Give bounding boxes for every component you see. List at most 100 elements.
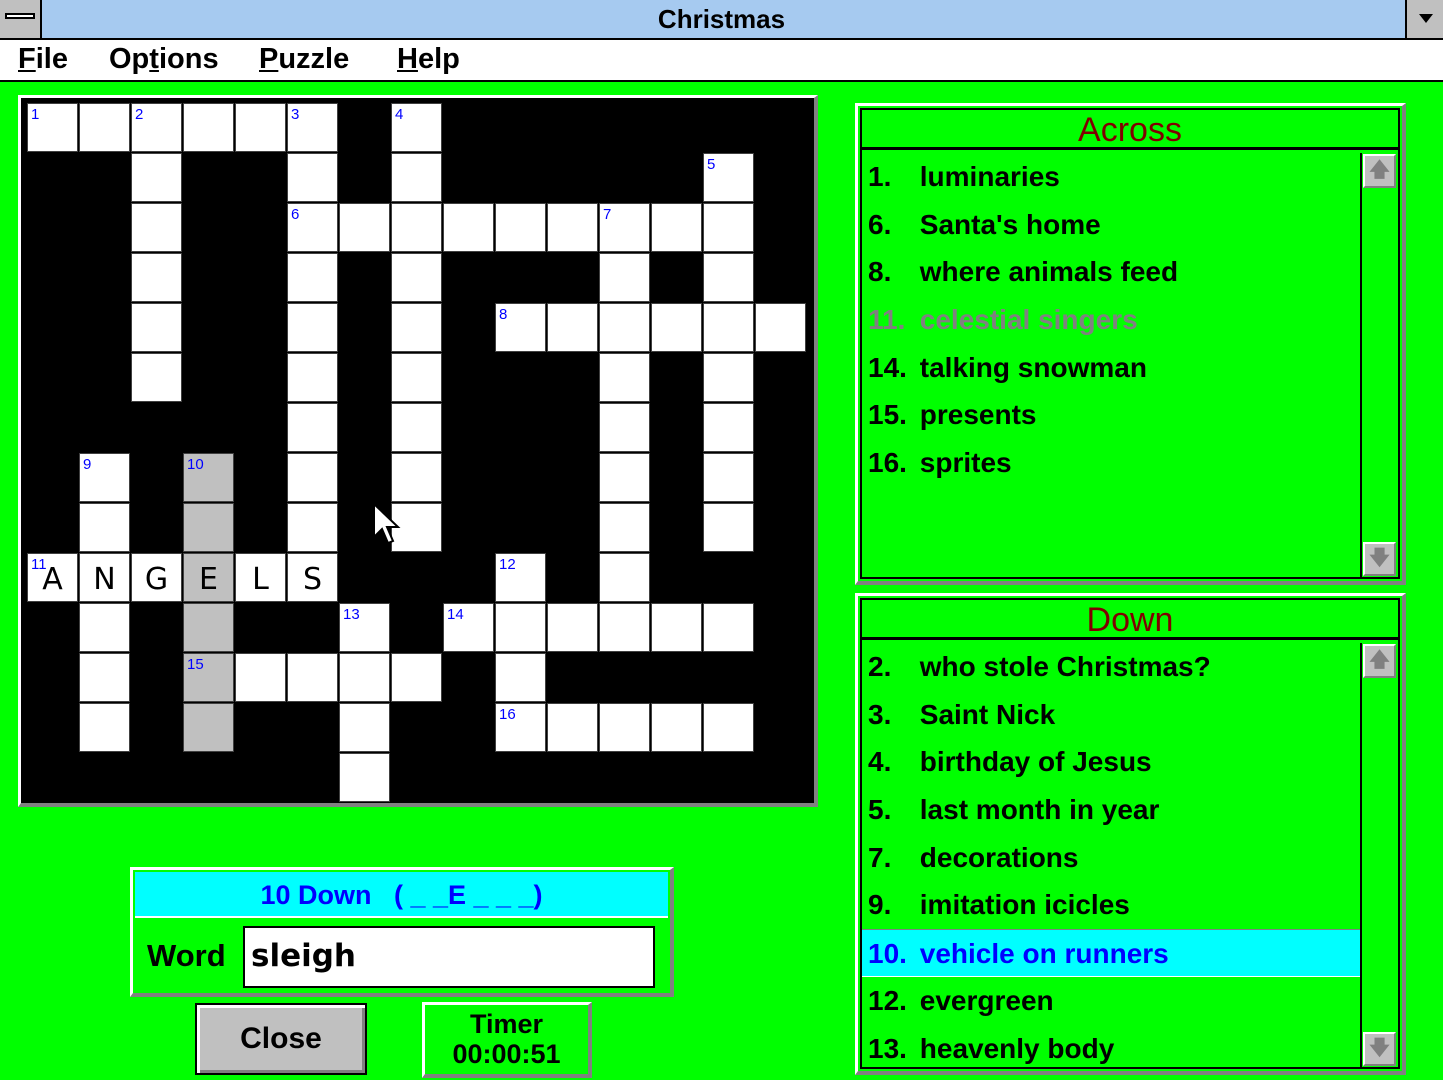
grid-cell[interactable]: 12	[495, 553, 546, 602]
grid-cell[interactable]: 14	[443, 603, 494, 652]
grid-cell[interactable]	[495, 603, 546, 652]
grid-cell[interactable]	[651, 603, 702, 652]
grid-cell[interactable]	[599, 553, 650, 602]
grid-cell[interactable]	[131, 153, 182, 202]
grid-cell[interactable]: 4	[391, 103, 442, 152]
grid-cell[interactable]	[703, 503, 754, 552]
grid-cell[interactable]: 5	[703, 153, 754, 202]
grid-cell[interactable]	[79, 703, 130, 752]
grid-cell[interactable]	[391, 153, 442, 202]
grid-cell[interactable]	[599, 303, 650, 352]
clue-item[interactable]: 12. evergreen	[862, 977, 1360, 1025]
grid-cell[interactable]	[599, 403, 650, 452]
grid-cell[interactable]	[703, 453, 754, 502]
across-scrollbar[interactable]: 🡅 🡇	[1360, 153, 1398, 577]
clue-item[interactable]: 11. celestial singers	[862, 296, 1360, 344]
grid-cell[interactable]	[339, 203, 390, 252]
grid-cell[interactable]: 6	[287, 203, 338, 252]
clue-item[interactable]: 3. Saint Nick	[862, 691, 1360, 739]
grid-cell[interactable]	[287, 653, 338, 702]
grid-cell[interactable]	[79, 653, 130, 702]
grid-cell[interactable]: 15	[183, 653, 234, 702]
grid-cell[interactable]	[391, 653, 442, 702]
grid-cell[interactable]	[391, 353, 442, 402]
grid-cell[interactable]	[599, 503, 650, 552]
grid-cell[interactable]	[391, 303, 442, 352]
grid-cell[interactable]	[391, 203, 442, 252]
grid-cell[interactable]	[599, 253, 650, 302]
grid-cell[interactable]	[599, 703, 650, 752]
close-button[interactable]: Close	[195, 1003, 367, 1075]
menu-help[interactable]: Help	[397, 43, 460, 76]
menu-options[interactable]: Options	[109, 43, 219, 76]
grid-cell[interactable]: 3	[287, 103, 338, 152]
grid-cell[interactable]: 13	[339, 603, 390, 652]
grid-cell[interactable]: 2	[131, 103, 182, 152]
grid-cell[interactable]	[183, 503, 234, 552]
clue-item[interactable]: 1. luminaries	[862, 153, 1360, 201]
grid-cell[interactable]	[287, 153, 338, 202]
scroll-down-arrow-icon[interactable]: 🡇	[1363, 1032, 1396, 1066]
grid-cell[interactable]	[755, 303, 806, 352]
grid-cell[interactable]	[235, 103, 286, 152]
grid-cell[interactable]	[391, 253, 442, 302]
grid-cell[interactable]	[443, 203, 494, 252]
clue-item[interactable]: 15. presents	[862, 391, 1360, 439]
grid-cell[interactable]: 10	[183, 453, 234, 502]
grid-cell[interactable]	[183, 703, 234, 752]
scroll-up-arrow-icon[interactable]: 🡅	[1363, 644, 1396, 678]
grid-cell[interactable]: 9	[79, 453, 130, 502]
grid-cell[interactable]	[131, 303, 182, 352]
grid-cell[interactable]	[79, 603, 130, 652]
grid-cell[interactable]	[703, 603, 754, 652]
grid-cell[interactable]	[131, 353, 182, 402]
grid-cell[interactable]: S	[287, 553, 338, 602]
grid-cell[interactable]: G	[131, 553, 182, 602]
menu-puzzle[interactable]: Puzzle	[259, 43, 349, 76]
clue-item[interactable]: 2. who stole Christmas?	[862, 643, 1360, 691]
clue-item[interactable]: 4. birthday of Jesus	[862, 738, 1360, 786]
grid-cell[interactable]	[599, 603, 650, 652]
grid-cell[interactable]	[547, 303, 598, 352]
grid-cell[interactable]	[495, 203, 546, 252]
grid-cell[interactable]	[287, 303, 338, 352]
grid-cell[interactable]	[703, 203, 754, 252]
grid-cell[interactable]	[287, 253, 338, 302]
across-clue-list[interactable]: 1. luminaries 6. Santa's home 8. where ani…	[862, 153, 1360, 577]
clue-item[interactable]: 14. talking snowman	[862, 344, 1360, 392]
grid-cell[interactable]: 16	[495, 703, 546, 752]
grid-cell[interactable]	[183, 103, 234, 152]
grid-cell[interactable]	[703, 403, 754, 452]
clue-item[interactable]: 5. last month in year	[862, 786, 1360, 834]
word-input[interactable]: sleigh	[243, 926, 655, 988]
grid-cell[interactable]: N	[79, 553, 130, 602]
grid-cell[interactable]	[287, 403, 338, 452]
crossword-grid[interactable]: 1 2 3 4 5 6 7 8 9 10 11 A N G E L S 12 13 14 15 16	[18, 95, 818, 807]
grid-cell[interactable]	[495, 653, 546, 702]
scroll-down-arrow-icon[interactable]: 🡇	[1363, 542, 1396, 576]
grid-cell[interactable]	[183, 603, 234, 652]
grid-cell[interactable]	[703, 703, 754, 752]
grid-cell[interactable]	[547, 703, 598, 752]
grid-cell[interactable]	[703, 253, 754, 302]
minimize-button[interactable]	[1405, 0, 1443, 38]
grid-cell[interactable]	[79, 503, 130, 552]
grid-cell[interactable]	[391, 453, 442, 502]
grid-cell[interactable]	[131, 203, 182, 252]
grid-cell[interactable]	[547, 603, 598, 652]
grid-cell[interactable]: L	[235, 553, 286, 602]
clue-item[interactable]: 16. sprites	[862, 439, 1360, 487]
grid-cell[interactable]	[651, 303, 702, 352]
clue-item[interactable]: 10. vehicle on runners	[862, 929, 1360, 977]
grid-cell[interactable]	[703, 353, 754, 402]
grid-cell[interactable]: 1	[27, 103, 78, 152]
grid-cell[interactable]: 7	[599, 203, 650, 252]
grid-cell[interactable]: 8	[495, 303, 546, 352]
grid-cell[interactable]	[651, 203, 702, 252]
grid-cell[interactable]	[339, 653, 390, 702]
grid-cell[interactable]	[235, 653, 286, 702]
grid-cell[interactable]: 11 A	[27, 553, 78, 602]
grid-cell[interactable]	[599, 353, 650, 402]
grid-cell[interactable]	[651, 703, 702, 752]
clue-item[interactable]: 7. decorations	[862, 834, 1360, 882]
